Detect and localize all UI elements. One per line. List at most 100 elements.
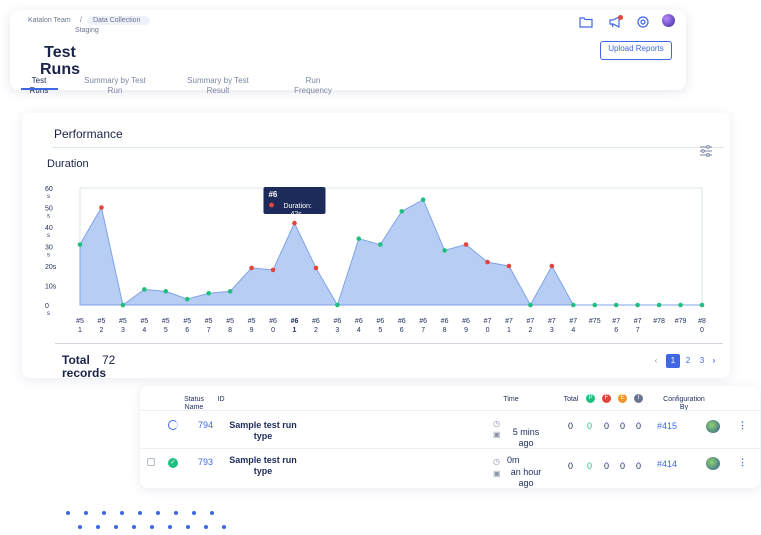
calendar-icon: ▣ (493, 430, 501, 439)
tooltip-value-cont: 42s (290, 211, 302, 218)
tooltip-value: Duration: (283, 203, 311, 210)
x-tick-label-cont: 7 (636, 327, 640, 334)
page-3[interactable]: 3 (697, 354, 707, 368)
y-tick-label: 10s (45, 284, 57, 291)
x-tick-label-cont: 3 (121, 327, 125, 334)
x-tick-label-cont: 5 (164, 327, 168, 334)
column-status-label: Status (184, 396, 204, 403)
column-total: Total (563, 396, 579, 403)
page-1[interactable]: 1 (666, 354, 680, 368)
x-tick-label: #7 (548, 318, 556, 325)
row-menu-icon[interactable]: ⋮ (738, 457, 747, 468)
x-tick-label-cont: 4 (357, 327, 361, 334)
y-tick-label: 30 (45, 245, 53, 252)
run-name: Sample test run type (229, 420, 297, 441)
x-tick-label: #75 (589, 318, 601, 325)
x-tick-label: #6 (333, 318, 341, 325)
run-time: 5 mins ago (512, 427, 540, 448)
clock-icon: ◷ (493, 419, 500, 428)
clock-icon: ◷ (493, 457, 500, 466)
data-point (699, 302, 705, 308)
y-tick-unit: s (47, 311, 50, 317)
x-tick-label: #5 (119, 318, 127, 325)
data-point (420, 197, 426, 202)
total-count: 0 (568, 461, 574, 471)
duration-area (79, 198, 702, 307)
x-tick-label: #6 (441, 318, 449, 325)
x-tick-label-cont: 0 (486, 327, 490, 334)
x-tick-label-cont: 7 (421, 327, 425, 334)
x-tick-label-cont: 4 (142, 327, 146, 334)
y-tick-label: 50 (45, 206, 53, 213)
x-tick-label: #5 (205, 318, 213, 325)
x-tick-label: #6 (355, 318, 363, 325)
data-point (613, 302, 619, 308)
row-divider (140, 448, 760, 449)
row-menu-icon[interactable]: ⋮ (738, 420, 747, 431)
data-point (571, 302, 576, 308)
run-id-link[interactable]: 793 (198, 457, 213, 468)
data-point (656, 302, 662, 308)
x-tick-label-cont: 4 (571, 327, 575, 334)
x-tick-label: #6 (419, 318, 427, 325)
x-tick-label-cont: 6 (185, 327, 189, 334)
run-time: an hour ago (510, 467, 542, 488)
data-point (399, 209, 405, 214)
data-point (142, 287, 147, 292)
calendar-icon: ▣ (493, 469, 501, 478)
x-tick-label: #5 (162, 318, 170, 325)
x-tick-label: #7 (612, 318, 620, 325)
error-count: 0 (620, 461, 626, 471)
total-records: Total records 72 (62, 353, 115, 380)
run-id-link[interactable]: 794 (198, 420, 213, 431)
y-tick-label: 40 (45, 225, 53, 232)
executor-avatar (706, 457, 720, 470)
data-point (163, 289, 169, 294)
configuration-link[interactable]: #414 (657, 459, 677, 470)
data-point (678, 302, 683, 308)
x-tick-label-cont: 8 (228, 327, 232, 334)
failed-count: 0 (604, 421, 610, 431)
passed-status-icon: ✓ (168, 458, 178, 468)
x-tick-label-cont: 6 (400, 327, 404, 334)
data-point (270, 267, 276, 273)
x-tick-label-cont: 0 (700, 327, 704, 334)
y-tick-unit: s (47, 253, 50, 259)
data-point (549, 263, 555, 269)
executor-avatar (706, 420, 720, 433)
y-tick-unit: s (47, 233, 50, 239)
data-point (99, 205, 104, 210)
data-point (528, 302, 533, 308)
badge-error: E (618, 394, 627, 403)
x-tick-label: #7 (634, 318, 642, 325)
x-tick-label: #7 (527, 318, 535, 325)
x-tick-label-cont: 7 (207, 327, 211, 334)
data-point (249, 265, 254, 271)
x-tick-label-cont: 2 (528, 327, 532, 334)
configuration-link[interactable]: #415 (657, 421, 677, 432)
row-checkbox[interactable] (147, 458, 155, 466)
x-tick-label: #79 (675, 318, 687, 325)
run-name: Sample test run type (229, 455, 297, 476)
prev-page-icon[interactable]: ‹ (651, 354, 661, 368)
x-tick-label: #6 (376, 318, 384, 325)
page-2[interactable]: 2 (683, 354, 693, 368)
x-tick-label-cont: 8 (443, 327, 447, 334)
data-point (442, 248, 447, 253)
data-point (356, 236, 362, 241)
data-point (227, 289, 233, 294)
y-tick-label: 0 (45, 303, 49, 310)
total-records-label: Total records (62, 353, 107, 380)
y-tick-label: 20s (45, 264, 57, 271)
error-count: 0 (620, 421, 626, 431)
badge-incomplete: I (634, 394, 643, 403)
data-point (485, 259, 490, 265)
x-tick-label: #5 (183, 318, 191, 325)
failed-count: 0 (604, 461, 610, 471)
column-id: ID (217, 396, 225, 403)
x-tick-label: #7 (484, 318, 492, 325)
running-status-icon (168, 420, 178, 430)
x-tick-label: #6 (398, 318, 406, 325)
next-page-icon[interactable]: › (709, 354, 719, 368)
data-point (206, 291, 211, 296)
